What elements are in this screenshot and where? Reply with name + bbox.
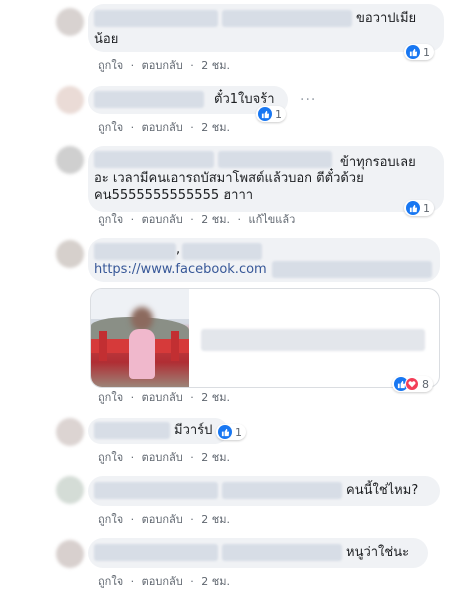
love-reaction-icon (405, 377, 419, 391)
comment-bubble: ข้าทุกรอบเลย อะ เวลามีคนเอารถบัสมาโพสต์แ… (88, 146, 444, 212)
reaction-summary[interactable]: 1 (216, 424, 246, 440)
timestamp[interactable]: 2 ชม. (201, 575, 230, 588)
timestamp[interactable]: 2 ชม. (201, 213, 230, 226)
avatar[interactable] (56, 476, 84, 504)
like-link[interactable]: ถูกใจ (98, 59, 123, 72)
like-link[interactable]: ถูกใจ (98, 575, 123, 588)
comment-actions: ถูกใจ · ตอบกลับ · 2 ชม. (98, 510, 230, 528)
comment-text: หนูว่าใช่นะ (346, 545, 410, 560)
separator: · (130, 121, 135, 134)
reaction-summary[interactable]: 8 (392, 376, 433, 392)
separator: · (190, 513, 194, 526)
link-preview-image (91, 289, 189, 387)
reaction-count: 1 (235, 425, 242, 439)
reply-link[interactable]: ตอบกลับ (142, 451, 183, 464)
like-reaction-icon (218, 425, 232, 439)
link-preview-card[interactable] (90, 288, 440, 388)
comment-bubble: ขอวาปเมีย น้อย (88, 4, 444, 52)
separator: · (130, 513, 135, 526)
comment-text-line2: น้อย (94, 32, 119, 47)
avatar[interactable] (56, 146, 84, 174)
separator: · (190, 59, 194, 72)
avatar[interactable] (56, 240, 84, 268)
reply-link[interactable]: ตอบกลับ (142, 121, 183, 134)
edited-label[interactable]: แก้ไขแล้ว (248, 213, 295, 226)
reaction-summary[interactable]: 1 (404, 44, 434, 60)
comment-text-line3: คน5555555555555 ฮาาา (94, 188, 254, 203)
blurred-name (94, 91, 204, 108)
comment-bubble: หนูว่าใช่นะ (88, 538, 428, 568)
blurred-name (94, 422, 170, 439)
blurred-text (218, 151, 332, 168)
comment-text-line1: ข้าทุกรอบเลย (340, 155, 416, 170)
reaction-summary[interactable]: 1 (256, 106, 286, 122)
separator: · (190, 575, 194, 588)
name-comma: , (176, 242, 181, 257)
comment-actions: ถูกใจ · ตอบกลับ · 2 ชม. (98, 572, 230, 590)
blurred-text (222, 482, 342, 499)
like-link[interactable]: ถูกใจ (98, 391, 123, 404)
blurred-name (94, 10, 218, 27)
comment-text-line2: อะ เวลามีคนเอารถบัสมาโพสต์แล้วบอก ตีตั๋ว… (94, 171, 364, 186)
separator: · (190, 213, 194, 226)
reply-link[interactable]: ตอบกลับ (142, 513, 183, 526)
comment-actions: ถูกใจ · ตอบกลับ · 2 ชม. (98, 56, 230, 74)
comment-text: ขอวาปเมีย (356, 11, 417, 26)
timestamp[interactable]: 2 ชม. (201, 391, 230, 404)
blurred-text (222, 544, 342, 561)
timestamp[interactable]: 2 ชม. (201, 121, 230, 134)
avatar[interactable] (56, 86, 84, 114)
separator: · (190, 391, 194, 404)
separator: · (130, 391, 135, 404)
separator: · (190, 121, 194, 134)
avatar[interactable] (56, 418, 84, 446)
blurred-name (94, 544, 218, 561)
timestamp[interactable]: 2 ชม. (201, 513, 230, 526)
more-options-icon[interactable]: ··· (300, 92, 316, 108)
like-reaction-icon (406, 45, 420, 59)
like-link[interactable]: ถูกใจ (98, 513, 123, 526)
separator: · (130, 451, 135, 464)
reaction-count: 1 (423, 45, 430, 59)
comment-actions: ถูกใจ · ตอบกลับ · 2 ชม. · แก้ไขแล้ว (98, 210, 295, 228)
separator: · (190, 451, 194, 464)
like-reaction-icon (406, 201, 420, 215)
separator: · (237, 213, 241, 226)
comment-text: มีวาร์ป (174, 423, 213, 438)
separator: · (130, 59, 135, 72)
blurred-name (94, 482, 218, 499)
like-link[interactable]: ถูกใจ (98, 121, 123, 134)
comment-bubble: , https://www.facebook.com (88, 238, 440, 282)
reply-link[interactable]: ตอบกลับ (142, 59, 183, 72)
timestamp[interactable]: 2 ชม. (201, 451, 230, 464)
separator: · (130, 213, 135, 226)
blurred-text (182, 243, 262, 260)
reply-link[interactable]: ตอบกลับ (142, 391, 183, 404)
link-url[interactable]: https://www.facebook.com (94, 261, 267, 278)
reply-link[interactable]: ตอบกลับ (142, 213, 183, 226)
avatar[interactable] (56, 8, 84, 36)
comment-text: คนนี้ใช่ไหม? (346, 483, 419, 498)
comment-actions: ถูกใจ · ตอบกลับ · 2 ชม. (98, 388, 230, 406)
comment-actions: ถูกใจ · ตอบกลับ · 2 ชม. (98, 448, 230, 466)
reaction-summary[interactable]: 1 (404, 200, 434, 216)
avatar[interactable] (56, 540, 84, 568)
comment-actions: ถูกใจ · ตอบกลับ · 2 ชม. (98, 118, 230, 136)
reply-link[interactable]: ตอบกลับ (142, 575, 183, 588)
blurred-name (94, 151, 214, 168)
comment-bubble: คนนี้ใช่ไหม? (88, 476, 440, 506)
blurred-preview-title (201, 329, 425, 351)
like-link[interactable]: ถูกใจ (98, 213, 123, 226)
like-reaction-icon (258, 107, 272, 121)
separator: · (130, 575, 135, 588)
reaction-count: 1 (423, 201, 430, 215)
blurred-name (94, 243, 176, 260)
timestamp[interactable]: 2 ชม. (201, 59, 230, 72)
comment-bubble: มีวาร์ป (88, 418, 228, 444)
blurred-url (272, 261, 432, 278)
reaction-count: 8 (422, 377, 429, 391)
reaction-count: 1 (275, 107, 282, 121)
blurred-text (222, 10, 352, 27)
like-link[interactable]: ถูกใจ (98, 451, 123, 464)
